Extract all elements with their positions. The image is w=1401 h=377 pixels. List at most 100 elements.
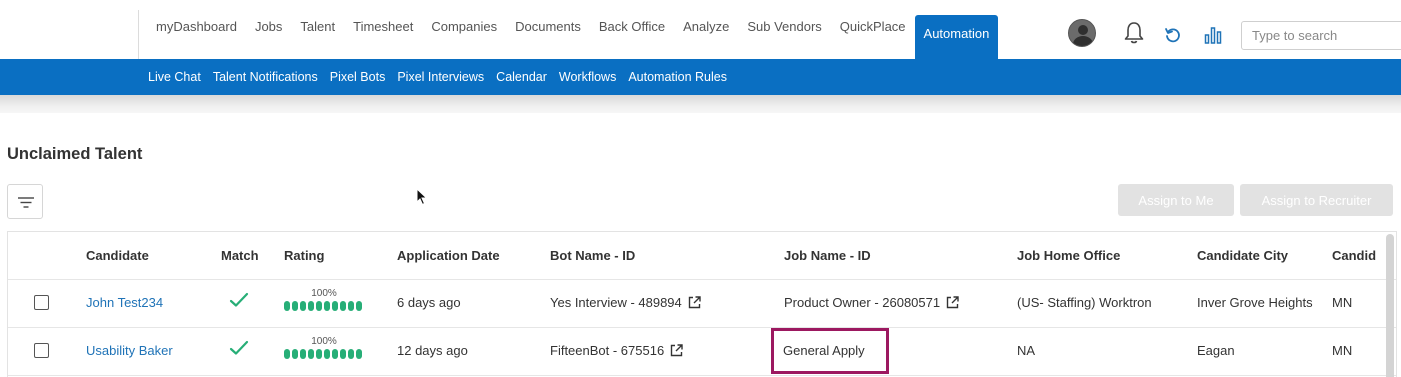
bot-name-id: FifteenBot - 675516 <box>550 343 683 358</box>
col-header-match[interactable]: Match <box>221 248 259 263</box>
rating-segment <box>308 349 314 359</box>
avatar-head <box>1078 25 1088 35</box>
header-shadow <box>0 95 1401 113</box>
application-date: 6 days ago <box>397 295 461 310</box>
col-header-candidate[interactable]: Candidate <box>86 248 149 263</box>
subnav-workflows[interactable]: Workflows <box>553 70 622 84</box>
rating-percent: 100% <box>311 288 337 299</box>
col-header-candidate-state[interactable]: Candid <box>1332 248 1376 263</box>
job-name-text: Product Owner - 26080571 <box>784 295 941 310</box>
filter-button[interactable] <box>7 184 43 219</box>
candidate-state: MN <box>1332 295 1353 310</box>
filter-icon <box>18 197 34 208</box>
candidate-link[interactable]: John Test234 <box>86 295 163 310</box>
row-divider <box>8 375 1396 376</box>
table-scrollbar[interactable] <box>1386 234 1394 377</box>
rating-segment <box>356 349 362 359</box>
nav-jobs[interactable]: Jobs <box>246 0 291 59</box>
rating-segment <box>284 301 290 311</box>
external-link-icon[interactable] <box>670 344 683 357</box>
rating-bar <box>284 301 364 311</box>
rating-segment <box>340 349 346 359</box>
bar-chart-icon[interactable] <box>1204 26 1222 49</box>
candidate-state: MN <box>1332 343 1353 358</box>
col-header-rating[interactable]: Rating <box>284 248 324 263</box>
unclaimed-talent-table: Candidate Match Rating Application Date … <box>7 231 1397 377</box>
bot-name-id: Yes Interview - 489894 <box>550 295 701 310</box>
assign-to-recruiter-button[interactable]: Assign to Recruiter <box>1240 184 1393 216</box>
subnav-pixel-bots[interactable]: Pixel Bots <box>324 70 392 84</box>
rating-meter: 100% <box>284 336 364 359</box>
nav-analyze[interactable]: Analyze <box>674 0 738 59</box>
match-check-icon <box>229 292 249 307</box>
external-link-icon[interactable] <box>688 296 701 309</box>
row-select-checkbox[interactable] <box>34 343 49 358</box>
candidate-city: Eagan <box>1197 343 1235 358</box>
row-select-checkbox[interactable] <box>34 295 49 310</box>
subnav-talent-notifications[interactable]: Talent Notifications <box>207 70 324 84</box>
row-divider <box>8 279 1396 280</box>
assign-to-me-button[interactable]: Assign to Me <box>1118 184 1234 216</box>
nav-documents[interactable]: Documents <box>506 0 590 59</box>
rating-segment <box>292 349 298 359</box>
rating-segment <box>292 301 298 311</box>
rating-bar <box>284 349 364 359</box>
nav-companies[interactable]: Companies <box>422 0 506 59</box>
subnav-live-chat[interactable]: Live Chat <box>142 70 207 84</box>
rating-segment <box>332 301 338 311</box>
mouse-cursor-icon <box>416 188 428 206</box>
rating-segment <box>300 301 306 311</box>
candidate-link[interactable]: Usability Baker <box>86 343 173 358</box>
nav-quickplace[interactable]: QuickPlace <box>831 0 915 59</box>
rating-percent: 100% <box>311 336 337 347</box>
job-name-id: General Apply <box>783 343 865 358</box>
rating-segment <box>340 301 346 311</box>
main-nav: myDashboard Jobs Talent Timesheet Compan… <box>147 0 999 59</box>
col-header-candidate-city[interactable]: Candidate City <box>1197 248 1288 263</box>
job-home-office: NA <box>1017 343 1036 358</box>
avatar-body <box>1073 36 1093 46</box>
rating-segment <box>324 301 330 311</box>
refresh-icon[interactable] <box>1164 26 1182 49</box>
col-header-application-date[interactable]: Application Date <box>397 248 500 263</box>
user-avatar[interactable] <box>1068 19 1096 47</box>
nav-sub-vendors[interactable]: Sub Vendors <box>738 0 830 59</box>
subnav-pixel-interviews[interactable]: Pixel Interviews <box>391 70 490 84</box>
subnav-automation-rules[interactable]: Automation Rules <box>622 70 733 84</box>
job-name-id: Product Owner - 26080571 <box>784 295 959 310</box>
nav-back-office[interactable]: Back Office <box>590 0 674 59</box>
sub-navbar: Live Chat Talent Notifications Pixel Bot… <box>0 59 1401 95</box>
col-header-job-name[interactable]: Job Name - ID <box>784 248 871 263</box>
external-link-icon[interactable] <box>946 296 959 309</box>
nav-automation[interactable]: Automation <box>914 15 999 59</box>
search-input[interactable] <box>1241 21 1401 50</box>
rating-segment <box>348 301 354 311</box>
page-title: Unclaimed Talent <box>7 145 143 163</box>
nav-mydashboard[interactable]: myDashboard <box>147 0 246 59</box>
rating-meter: 100% <box>284 288 364 311</box>
rating-segment <box>324 349 330 359</box>
bell-icon[interactable] <box>1123 21 1145 50</box>
nav-talent[interactable]: Talent <box>291 0 344 59</box>
rating-segment <box>308 301 314 311</box>
col-header-job-home-office[interactable]: Job Home Office <box>1017 248 1120 263</box>
rating-segment <box>316 349 322 359</box>
nav-timesheet[interactable]: Timesheet <box>344 0 422 59</box>
match-check-icon <box>229 340 249 355</box>
rating-segment <box>316 301 322 311</box>
bot-name-text: Yes Interview - 489894 <box>550 295 682 310</box>
candidate-city: Inver Grove Heights <box>1197 295 1313 310</box>
top-navbar: myDashboard Jobs Talent Timesheet Compan… <box>0 0 1401 59</box>
col-header-bot-name[interactable]: Bot Name - ID <box>550 248 635 263</box>
row-divider <box>8 327 1396 328</box>
application-date: 12 days ago <box>397 343 468 358</box>
automation-subnav: Live Chat Talent Notifications Pixel Bot… <box>142 59 733 95</box>
job-home-office: (US- Staffing) Worktron <box>1017 295 1152 310</box>
rating-segment <box>284 349 290 359</box>
rating-segment <box>356 301 362 311</box>
rating-segment <box>332 349 338 359</box>
subnav-calendar[interactable]: Calendar <box>490 70 553 84</box>
nav-divider <box>138 10 139 59</box>
rating-segment <box>300 349 306 359</box>
rating-segment <box>348 349 354 359</box>
